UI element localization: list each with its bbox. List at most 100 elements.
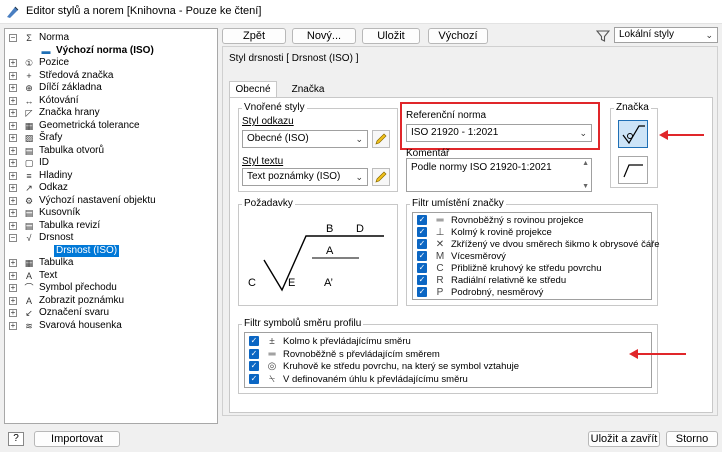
tree-item[interactable]: Drsnost (ISO) [5,244,215,257]
tab-main-symbol[interactable]: Značka Hlavní [277,83,339,109]
reference-standard-select[interactable]: ISO 21920 - 1:2021 ⌄ [406,124,592,142]
back-button[interactable]: Zpět [222,28,286,44]
list-item[interactable]: ✓ ± Kolmo k převládajícímu směru [245,336,651,347]
symbol-alternate-button[interactable] [618,156,648,184]
checkbox[interactable]: ✓ [249,361,259,371]
expand-icon[interactable]: + [9,259,17,267]
comment-textarea[interactable]: Podle normy ISO 21920-1:2021 ▲ ▼ [406,158,592,192]
tree-item[interactable]: + ⌒ Symbol přechodu [5,282,215,294]
tree-item[interactable]: + ▢ ID [5,157,215,169]
tree-item[interactable]: + ▤ Kusovník [5,207,215,219]
expand-icon[interactable]: + [9,109,17,117]
expand-icon[interactable]: + [9,121,17,130]
edit-leader-style-button[interactable] [372,130,390,148]
expand-icon[interactable]: + [9,221,17,230]
cancel-button[interactable]: Storno [666,431,718,447]
expand-icon[interactable]: + [9,171,17,180]
tree-item[interactable]: + ↗ Odkaz [5,182,215,194]
tree-item[interactable]: + ≋ Svarová housenka [5,320,215,332]
symbol-basic-button[interactable] [618,120,648,148]
list-item[interactable]: ✓ M Vícesměrový [413,251,651,262]
tree-item[interactable]: + ① Pozice [5,57,215,69]
list-item-label: Rovnoběžně s převládajícím směrem [283,348,440,360]
direction-filter-list[interactable]: ✓ ± Kolmo k převládajícímu směru ✓ ═ Rovnoběž… [244,332,652,388]
tree-item-icon: ≋ [25,320,33,331]
new-button[interactable]: Nový... [292,28,356,44]
tree-item-label: Drsnost (ISO) [54,244,120,257]
save-and-close-button[interactable]: Uložit a zavřít [588,431,660,447]
tree-item[interactable]: + ▤ Tabulka otvorů [5,145,215,157]
lay-symbol-icon: M [435,251,445,262]
lay-filter-list[interactable]: ✓ ═ Rovnoběžný s rovinou projekce ✓ ⊥ Kolmý k… [412,212,660,300]
default-button[interactable]: Výchozí [428,28,488,44]
tree-item[interactable]: + ≡ Hladiny [5,170,215,182]
tree-item[interactable]: + ◸ Značka hrany [5,107,215,119]
filter-select[interactable]: Lokální styly ⌄ [614,27,718,43]
tree-item[interactable]: + + Středová značka [5,70,215,82]
collapse-icon[interactable]: − [9,34,17,42]
tree-item-label: Značka hrany [39,107,100,118]
checkbox[interactable]: ✓ [249,373,259,384]
expand-icon[interactable]: + [9,146,17,155]
checkbox[interactable]: ✓ [417,239,427,249]
expand-icon[interactable]: + [9,321,17,330]
checkbox[interactable]: ✓ [249,336,259,346]
collapse-icon[interactable]: − [9,234,17,242]
tree-item[interactable]: − Σ Norma [5,32,215,44]
list-item[interactable]: ✓ C Přibližně kruhový ke středu povrchu [413,263,651,274]
tree-item[interactable]: + ▦ Geometrická tolerance [5,120,215,132]
tree-item[interactable]: + ⚙ Výchozí nastavení objektu [5,195,215,207]
checkbox[interactable]: ✓ [417,275,427,285]
expand-icon[interactable]: + [9,71,17,80]
list-item[interactable]: ✓ ═ Rovnoběžný s rovinou projekce [413,215,651,226]
list-item[interactable]: ✓ ✕ Zkřížený ve dvou směrech šikmo k obrys… [413,239,660,250]
checkbox[interactable]: ✓ [249,348,259,359]
style-tree[interactable]: − Σ Norma ▬ Výchozí norma (ISO) + ① Pozice + + Stř… [4,28,218,424]
expand-icon[interactable]: + [9,159,17,167]
tree-item[interactable]: ▬ Výchozí norma (ISO) [5,45,215,57]
list-item[interactable]: ✓ ◎ Kruhově ke středu povrchu, na který se… [245,361,651,372]
help-icon[interactable]: ? [8,432,24,446]
expand-icon[interactable]: + [9,134,17,142]
expand-icon[interactable]: + [9,309,17,317]
scroll-up-icon[interactable]: ▲ [582,160,589,167]
checkbox[interactable]: ✓ [417,263,427,273]
tree-item[interactable]: + ▦ Tabulka [5,257,215,269]
text-style-select[interactable]: Text poznámky (ISO) ⌄ [242,168,368,186]
checkbox[interactable]: ✓ [417,227,427,237]
tree-item[interactable]: + ⊕ Dílčí základna [5,82,215,94]
checkbox[interactable]: ✓ [417,215,427,225]
expand-icon[interactable]: + [9,59,17,67]
list-item[interactable]: ✓ ⍀ V definovaném úhlu k převládajícímu sm… [245,373,651,385]
tree-item[interactable]: − √ Drsnost [5,232,215,244]
expand-icon[interactable]: + [9,271,17,280]
tree-item-icon: ▢ [24,158,34,168]
save-button[interactable]: Uložit [362,28,420,44]
tree-item[interactable]: + ▨ Šrafy [5,132,215,144]
checkbox[interactable]: ✓ [417,251,427,261]
list-item[interactable]: ✓ ⊥ Kolmý k rovině projekce [413,227,651,238]
list-item[interactable]: ✓ P Podrobný, nesměrový [413,287,651,298]
list-item[interactable]: ✓ ═ Rovnoběžně s převládajícím směrem [245,348,651,360]
expand-icon[interactable]: + [9,209,17,217]
expand-icon[interactable]: + [9,84,17,92]
expand-icon[interactable]: + [9,96,17,105]
tree-item[interactable]: + A Zobrazit poznámku [5,295,215,307]
lay-filter-label: Filtr umístění značky [410,198,506,209]
edit-text-style-button[interactable] [372,168,390,186]
expand-icon[interactable]: + [9,196,17,205]
expand-icon[interactable]: + [9,284,17,292]
scroll-down-icon[interactable]: ▼ [582,183,589,190]
list-item[interactable]: ✓ R Radiální relativně ke středu [413,275,651,286]
checkbox[interactable]: ✓ [417,287,427,297]
tree-item[interactable]: + A Text [5,270,215,282]
expand-icon[interactable]: + [9,184,17,192]
expand-icon[interactable]: + [9,296,17,305]
direction-filter-label: Filtr symbolů směru profilu [242,318,364,329]
tree-item[interactable]: + ↙ Označení svaru [5,307,215,319]
import-button[interactable]: Importovat [34,431,120,447]
leader-style-select[interactable]: Obecné (ISO) ⌄ [242,130,368,148]
tab-general[interactable]: Obecné [229,81,277,98]
tree-item[interactable]: + ↔ Kótování [5,95,215,107]
tree-item[interactable]: + ▤ Tabulka revizí [5,220,215,232]
